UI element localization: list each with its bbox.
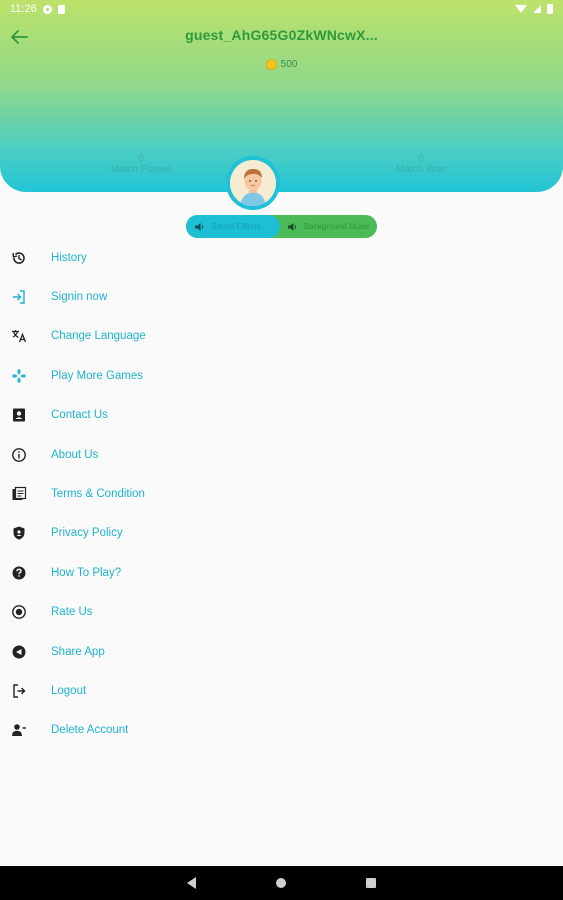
sd-card-icon <box>57 4 65 14</box>
menu-item-play-more-games[interactable]: Play More Games <box>0 356 563 395</box>
menu-item-label: How To Play? <box>51 566 122 579</box>
shield-icon <box>11 525 27 541</box>
menu-item-label: About Us <box>51 448 99 461</box>
login-icon <box>11 289 27 305</box>
menu-item-rate-us[interactable]: Rate Us <box>0 593 563 632</box>
volume-icon <box>288 222 297 231</box>
menu-item-delete-account[interactable]: Delete Account <box>0 711 563 750</box>
help-icon <box>11 565 27 581</box>
sound-effects-toggle[interactable]: Sound Effects <box>186 215 280 238</box>
user-avatar-icon <box>230 160 276 206</box>
avatar[interactable] <box>226 156 280 210</box>
settings-notification-icon <box>42 4 52 14</box>
coin-balance: 500 <box>0 59 563 70</box>
coin-value: 500 <box>280 59 298 70</box>
menu-item-change-language[interactable]: Change Language <box>0 317 563 356</box>
nav-back-icon[interactable] <box>187 877 196 889</box>
nav-recents-icon[interactable] <box>366 878 376 888</box>
menu-item-label: Rate Us <box>51 606 93 619</box>
stat-label: Match Won <box>395 164 447 175</box>
stat-value: 0 <box>138 153 144 164</box>
username: guest_AhG65G0ZkWNcwX... <box>185 27 378 43</box>
signal-icon <box>533 5 541 13</box>
stat-matches-played: 0 Match Played <box>61 153 221 176</box>
menu-item-label: Play More Games <box>51 369 144 382</box>
terms-icon <box>11 486 27 502</box>
coin-icon <box>265 59 277 70</box>
share-icon <box>11 644 27 660</box>
history-icon <box>11 250 27 266</box>
menu-item-label: Share App <box>51 645 105 658</box>
menu-item-label: Delete Account <box>51 724 129 737</box>
menu-item-label: Contact Us <box>51 409 108 422</box>
rate-icon <box>11 604 27 620</box>
nav-home-icon[interactable] <box>276 878 286 888</box>
menu-item-history[interactable]: History <box>0 238 563 277</box>
stat-label: Match Played <box>110 164 172 175</box>
gamepad-icon <box>11 368 27 384</box>
menu-item-label: Change Language <box>51 330 146 343</box>
logout-icon <box>11 683 27 699</box>
contact-icon <box>11 407 27 423</box>
drawer-menu: History Signin now Change Language Play … <box>0 238 563 750</box>
menu-item-contact-us[interactable]: Contact Us <box>0 396 563 435</box>
status-time: 11:26 <box>10 3 37 15</box>
info-icon <box>11 447 27 463</box>
menu-item-how-to-play[interactable]: How To Play? <box>0 553 563 592</box>
menu-item-terms[interactable]: Terms & Condition <box>0 474 563 513</box>
battery-icon <box>547 4 553 14</box>
menu-item-privacy-policy[interactable]: Privacy Policy <box>0 514 563 553</box>
stat-value: 0 <box>418 153 424 164</box>
translate-icon <box>11 328 27 344</box>
sound-toggle[interactable]: Sound Effects Background Music <box>186 215 377 238</box>
menu-item-signin[interactable]: Signin now <box>0 277 563 316</box>
menu-item-label: Signin now <box>51 291 108 304</box>
avatar-image <box>230 160 276 206</box>
wifi-icon <box>515 5 527 13</box>
status-bar: 11:26 <box>0 0 563 18</box>
menu-item-label: Terms & Condition <box>51 488 145 501</box>
delete-account-icon <box>11 722 27 738</box>
menu-item-about-us[interactable]: About Us <box>0 435 563 474</box>
background-music-label: Background Music <box>304 222 370 231</box>
profile-header: guest_AhG65G0ZkWNcwX... 500 0 Match Play… <box>0 0 563 192</box>
menu-item-share-app[interactable]: Share App <box>0 632 563 671</box>
menu-item-label: Logout <box>51 684 87 697</box>
menu-item-label: Privacy Policy <box>51 527 123 540</box>
menu-item-label: History <box>51 251 87 264</box>
menu-item-logout[interactable]: Logout <box>0 671 563 710</box>
stat-matches-won: 0 Match Won <box>341 153 501 176</box>
system-navigation-bar <box>0 866 563 900</box>
volume-icon <box>195 222 204 231</box>
background-music-toggle[interactable]: Background Music <box>280 215 377 238</box>
sound-effects-label: Sound Effects <box>211 222 261 231</box>
